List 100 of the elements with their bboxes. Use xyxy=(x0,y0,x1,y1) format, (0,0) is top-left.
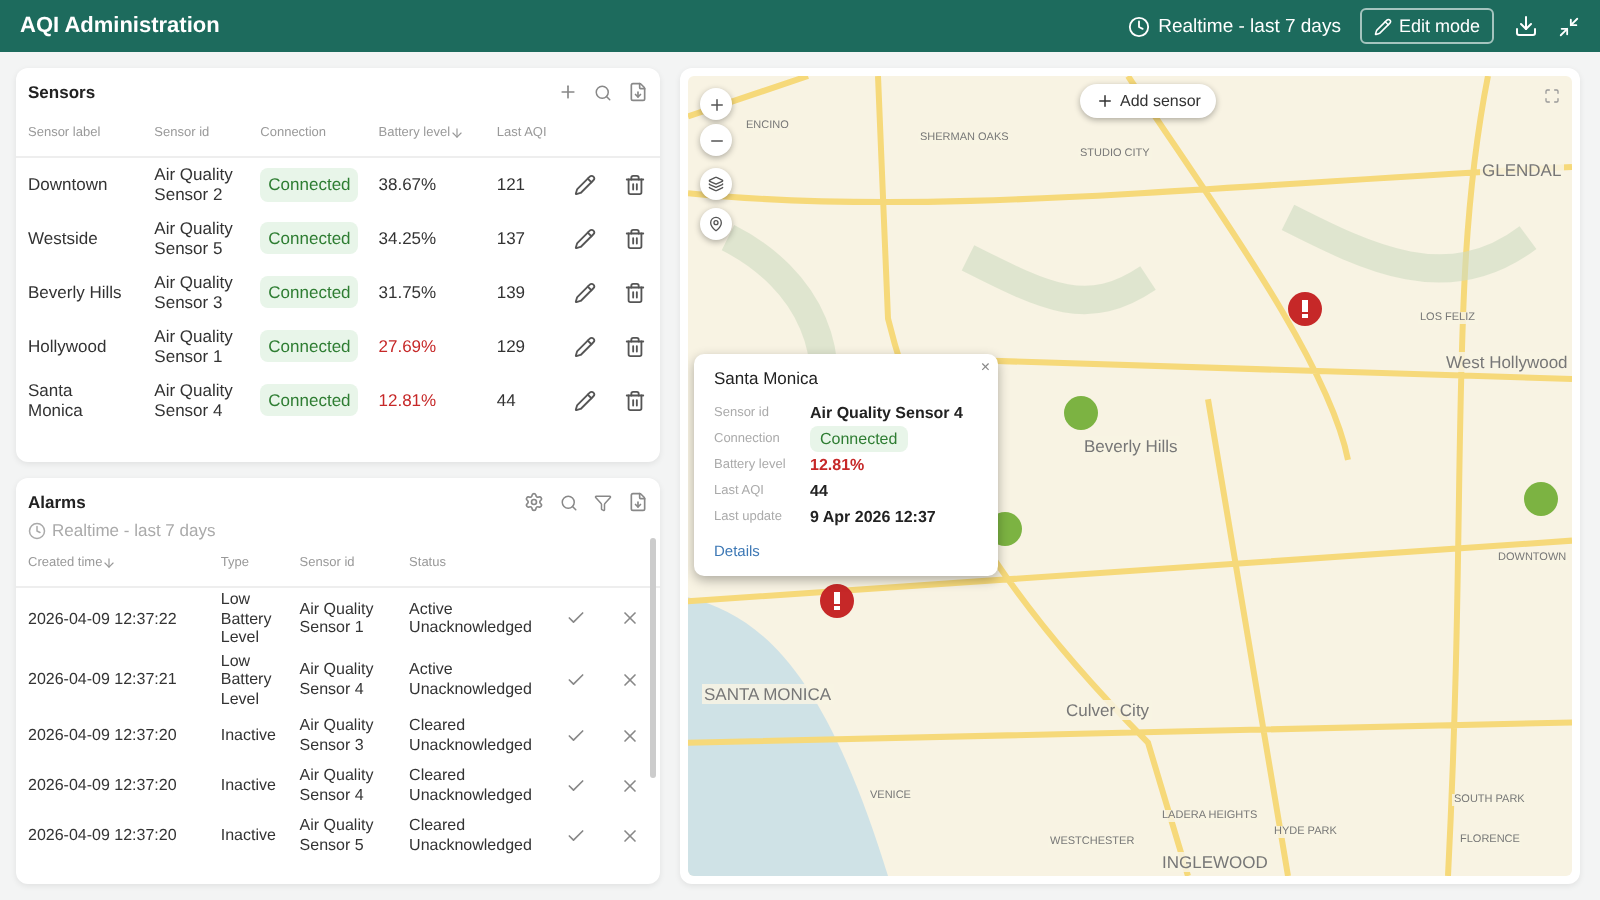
table-cell: Inactive xyxy=(220,775,276,794)
table-cell: Air Quality Sensor 3 xyxy=(154,271,233,313)
close-button[interactable]: × xyxy=(980,358,990,376)
table-cell: Air Quality Sensor 3 xyxy=(299,716,374,754)
table-cell: 121 xyxy=(496,174,526,195)
plus-icon xyxy=(1096,92,1114,110)
delete-icon[interactable] xyxy=(623,281,646,304)
table-cell: 34.25% xyxy=(378,227,437,248)
layers-button[interactable] xyxy=(700,168,732,200)
table-cell: Low Battery Level xyxy=(220,651,272,708)
alarm-marker[interactable] xyxy=(1288,292,1322,326)
clear-icon[interactable] xyxy=(619,608,640,629)
connection-status: Connected xyxy=(260,329,359,363)
map-pin-icon xyxy=(708,216,724,232)
table-cell: 2026-04-09 12:37:22 xyxy=(28,609,177,628)
table-cell: 2026-04-09 12:37:21 xyxy=(28,670,177,689)
delete-icon[interactable] xyxy=(623,335,646,358)
table-cell: Air Quality Sensor 2 xyxy=(154,163,233,205)
table-cell: Air Quality Sensor 5 xyxy=(299,816,374,854)
filter-icon[interactable] xyxy=(594,493,612,511)
connection-status: Connected xyxy=(260,168,359,202)
acknowledge-icon[interactable] xyxy=(566,775,587,796)
zoom-out-button[interactable] xyxy=(700,124,732,156)
clear-icon[interactable] xyxy=(619,825,640,846)
sort-arrow-icon xyxy=(102,556,117,570)
delete-icon[interactable] xyxy=(623,173,646,196)
table-cell: Cleared Unacknowledged xyxy=(409,716,532,754)
search-icon[interactable] xyxy=(560,493,578,511)
table-cell: 139 xyxy=(496,281,526,302)
table-cell: 12.81% xyxy=(378,389,437,410)
acknowledge-icon[interactable] xyxy=(566,669,587,690)
acknowledge-icon[interactable] xyxy=(566,608,587,629)
edit-icon[interactable] xyxy=(574,335,597,358)
edit-icon[interactable] xyxy=(574,389,597,412)
settings-icon[interactable] xyxy=(524,492,544,512)
sensor-marker[interactable] xyxy=(1064,396,1098,430)
download-icon[interactable] xyxy=(1514,14,1538,38)
search-icon[interactable] xyxy=(594,83,612,101)
map-label: INGLEWOOD xyxy=(1160,852,1270,872)
table-cell: Air Quality Sensor 4 xyxy=(299,766,374,804)
table-cell: Inactive xyxy=(220,825,276,844)
field-value: Air Quality Sensor 4 xyxy=(810,404,963,422)
table-cell: Inactive xyxy=(220,725,276,744)
clock-icon xyxy=(28,521,46,539)
table-cell: 44 xyxy=(496,389,516,410)
sort-arrow-icon xyxy=(450,126,465,140)
exclamation-icon xyxy=(1302,300,1308,318)
table-cell: 2026-04-09 12:37:20 xyxy=(28,725,177,744)
table-cell: Air Quality Sensor 4 xyxy=(299,660,374,698)
exclamation-icon xyxy=(834,592,840,610)
table-cell: Cleared Unacknowledged xyxy=(409,816,532,854)
clear-icon[interactable] xyxy=(619,669,640,690)
pencil-icon xyxy=(1374,17,1393,35)
fullscreen-icon[interactable] xyxy=(1544,88,1560,104)
table-cell: 2026-04-09 12:37:20 xyxy=(28,825,177,844)
file-export-icon[interactable] xyxy=(628,492,648,512)
clock-icon xyxy=(1128,15,1151,37)
table-cell: Beverly Hills xyxy=(28,281,122,302)
edit-icon[interactable] xyxy=(574,173,597,196)
connection-status: Connected xyxy=(260,275,359,309)
table-cell: Air Quality Sensor 1 xyxy=(154,325,233,367)
table-cell: Santa Monica xyxy=(28,379,83,421)
map-label: West Hollywood xyxy=(1444,352,1570,372)
field-value: 9 Apr 2026 12:37 xyxy=(810,508,936,526)
connection-status: Connected xyxy=(260,221,359,255)
plus-icon xyxy=(707,95,725,113)
edit-mode-button[interactable]: Edit mode xyxy=(1360,8,1494,44)
timewindow-label: Realtime - last 7 days xyxy=(52,520,216,540)
table-cell: Air Quality Sensor 1 xyxy=(299,599,374,637)
field-value: 44 xyxy=(810,482,828,500)
delete-icon[interactable] xyxy=(623,227,646,250)
exit-fullscreen-icon[interactable] xyxy=(1558,15,1580,37)
edit-icon[interactable] xyxy=(574,227,597,250)
acknowledge-icon[interactable] xyxy=(566,725,587,746)
add-icon[interactable] xyxy=(558,82,578,102)
table-cell: 129 xyxy=(496,335,526,356)
sensor-marker[interactable] xyxy=(1524,482,1558,516)
file-export-icon[interactable] xyxy=(628,82,648,102)
add-sensor-button[interactable]: Add sensor xyxy=(1080,84,1217,118)
delete-icon[interactable] xyxy=(623,389,646,412)
edit-icon[interactable] xyxy=(574,281,597,304)
table-cell: 31.75% xyxy=(378,281,437,302)
timewindow-selector[interactable]: Realtime - last 7 days xyxy=(1128,15,1341,37)
map-label: SANTA MONICA xyxy=(702,684,834,704)
alarm-marker[interactable] xyxy=(820,584,854,618)
zoom-in-button[interactable] xyxy=(700,88,732,120)
table-cell: Active Unacknowledged xyxy=(409,599,532,637)
table-cell: Westside xyxy=(28,227,98,248)
acknowledge-icon[interactable] xyxy=(566,825,587,846)
clear-icon[interactable] xyxy=(619,775,640,796)
connection-status: Connected xyxy=(260,383,359,417)
clear-icon[interactable] xyxy=(619,725,640,746)
map-label: GLENDAL xyxy=(1480,160,1564,180)
location-button[interactable] xyxy=(700,208,732,240)
table-cell: Active Unacknowledged xyxy=(409,660,532,698)
card-title: Alarms xyxy=(28,492,88,512)
card-title: Sensors xyxy=(28,82,98,102)
table-cell: 38.67% xyxy=(378,174,437,195)
table-cell: Hollywood xyxy=(28,335,107,356)
table-cell: Cleared Unacknowledged xyxy=(409,766,532,804)
